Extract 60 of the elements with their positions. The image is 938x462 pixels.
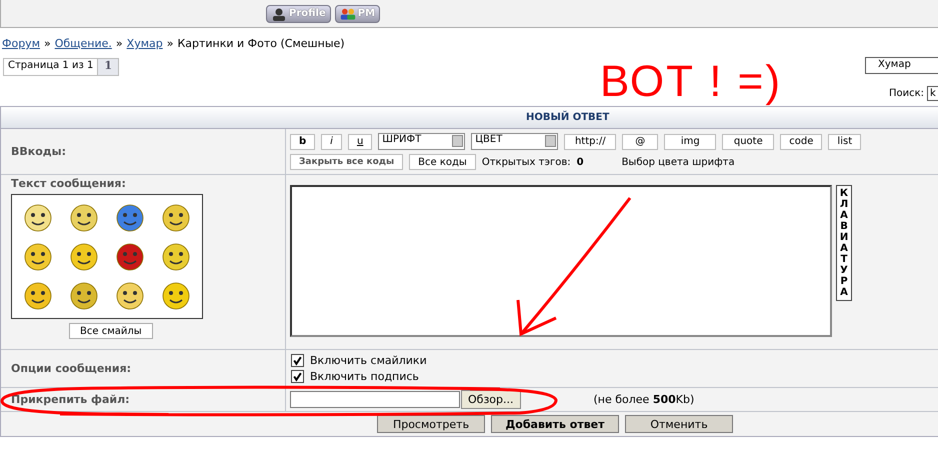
page-link[interactable]: 1 [98,59,118,75]
tag-button[interactable]: code [780,134,822,150]
tag-button[interactable]: http:// [564,134,616,150]
smiley-icon[interactable] [69,280,99,310]
tag-button[interactable]: @ [622,134,658,150]
breadcrumb-separator: » [116,37,123,50]
tag-button[interactable]: list [828,134,862,150]
people-icon [340,6,356,20]
smiley-icon[interactable] [161,202,191,232]
attach-label: Прикрепить файл: [11,393,130,406]
tag-select[interactable]: ШРИФТ [378,133,466,150]
smiley-icon[interactable] [23,202,53,232]
keyboard-button[interactable]: КЛАВИАТУРА [836,185,852,301]
message-label: Текст сообщения: [11,177,126,190]
message-field[interactable] [290,185,832,337]
breadcrumb-current: Картинки и Фото (Смешные) [177,37,345,50]
smiley-icon[interactable] [115,202,145,232]
option-label: Включить смайлики [310,354,427,367]
person-icon [271,6,287,20]
form-header: НОВЫЙ ОТВЕТ [1,107,938,129]
open-tags-label: Открытых тэгов: [482,156,571,168]
smiley-icon[interactable] [69,242,99,272]
smiley-icon[interactable] [115,280,145,310]
tag-button[interactable]: i [321,134,342,150]
breadcrumb-link[interactable]: Хумар [126,37,163,50]
breadcrumb-link[interactable]: Форум [2,37,40,50]
annotation-text: ВОТ ! =) [600,60,782,104]
search-field[interactable]: k [927,86,938,101]
smiley-icon[interactable] [161,280,191,310]
option-label: Включить подпись [310,370,419,383]
file-field[interactable] [290,391,460,408]
breadcrumb-separator: » [166,37,174,50]
smiley-icon[interactable] [23,242,53,272]
smiley-icon[interactable] [161,242,191,272]
breadcrumb-link[interactable]: Общение. [54,37,112,50]
form-button[interactable]: Отменить [625,415,733,433]
open-tags-count: 0 [576,156,584,168]
close-tags-button[interactable]: Закрыть все коды [290,154,404,170]
all-smilies-button[interactable]: Все смайлы [69,323,153,339]
color-hint: Выбор цвета шрифта [622,156,735,168]
breadcrumb-separator: » [44,37,51,50]
search-label: Поиск: [888,88,924,99]
tag-button[interactable]: img [664,134,716,150]
form-button[interactable]: Просмотреть [377,415,485,433]
browse-button[interactable]: Обзор... [461,390,520,409]
tag-button[interactable]: b [290,134,316,150]
tag-button[interactable]: quote [722,134,774,150]
options-label: Опции сообщения: [11,362,132,375]
bbcode-label: BBкоды: [11,145,66,158]
checkbox[interactable] [291,370,304,383]
tag-button[interactable]: u [348,134,372,150]
tag-select[interactable]: ЦВЕТ [471,133,558,150]
smiley-icon[interactable] [115,242,145,272]
smiley-icon[interactable] [69,202,99,232]
form-button[interactable]: Добавить ответ [491,415,619,433]
size-limit-text: (не более 500Kb) [594,393,694,406]
checkbox[interactable] [291,354,304,367]
forum-jump-select[interactable]: Хумар [865,57,938,74]
all-codes-button[interactable]: Все коды [409,154,476,170]
smiley-icon[interactable] [23,280,53,310]
